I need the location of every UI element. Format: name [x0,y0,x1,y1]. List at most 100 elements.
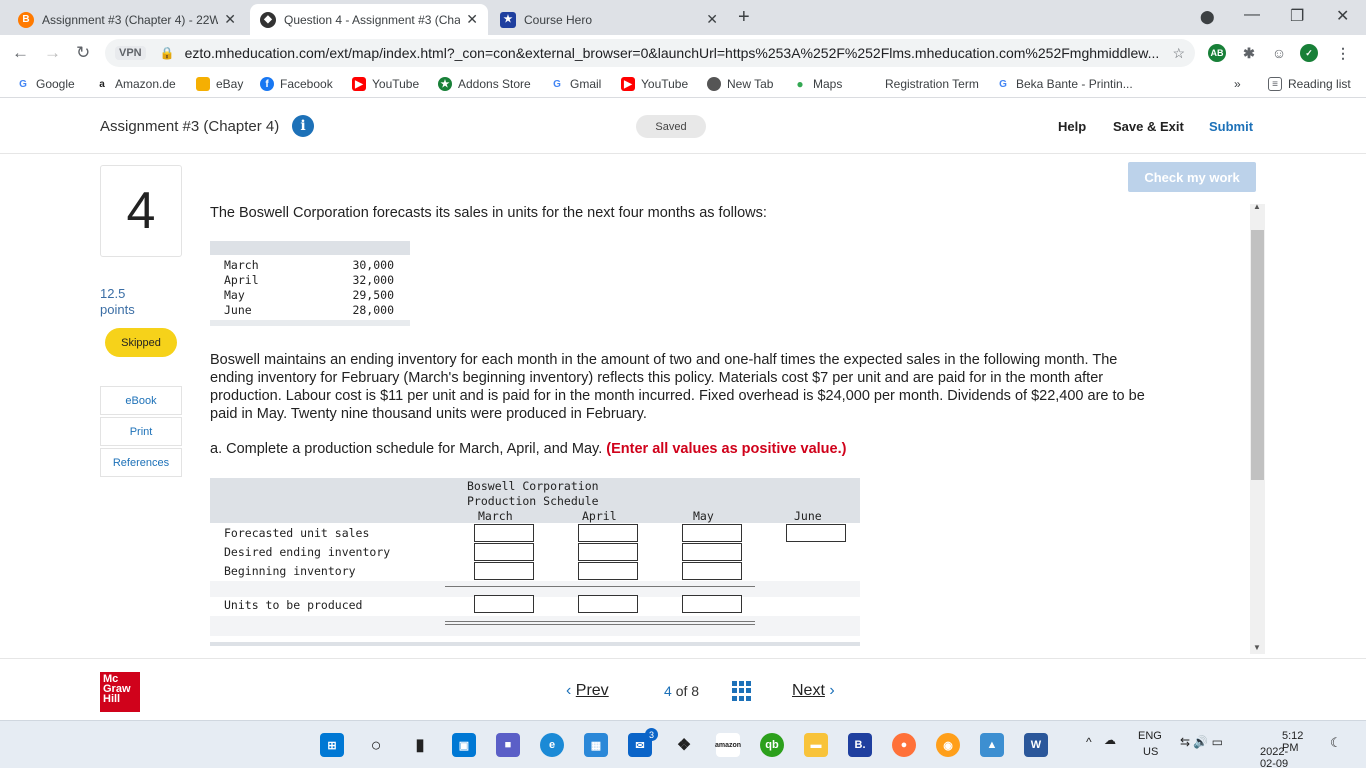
close-tab-icon[interactable]: ✕ [466,11,478,28]
address-bar-row: ← → ↻ VPN 🔒 ezto.mheducation.com/ext/map… [0,35,1366,70]
url-omnibox[interactable]: VPN 🔒 ezto.mheducation.com/ext/map/index… [105,39,1195,67]
region-label: US [1143,746,1159,758]
april-forecast-input[interactable] [578,524,638,542]
references-link[interactable]: References [100,448,182,477]
bookmark-google[interactable]: G Google [16,77,75,91]
bookmark-amazon[interactable]: a Amazon.de [95,77,175,91]
forward-icon[interactable]: → [44,43,61,63]
browser-menu-icon[interactable]: ⋮ [1334,44,1352,62]
language-label[interactable]: ENG [1138,730,1162,742]
may-ending-input[interactable] [682,543,742,561]
close-window-icon[interactable]: ✕ [1336,6,1349,26]
april-beginning-input[interactable] [578,562,638,580]
column-header-june: June [794,509,822,523]
shield-check-icon[interactable]: ✓ [1300,44,1318,62]
june-forecast-input[interactable] [786,524,846,542]
info-icon[interactable]: i [292,115,314,137]
table-row: March 30,000 [224,258,394,272]
quickbooks-icon[interactable]: qb [760,733,784,757]
scrollbar-thumb[interactable] [1251,230,1264,480]
onedrive-icon[interactable]: ☁ [1104,733,1116,747]
bookmark-new-tab[interactable]: New Tab [707,77,773,91]
google-icon: G [999,78,1007,90]
may-produced-input[interactable] [682,595,742,613]
next-button[interactable]: Next › [792,682,835,700]
lock-icon[interactable]: 🔒 [160,46,175,60]
photos-icon[interactable]: ▲ [980,733,1004,757]
help-button[interactable]: Help [1058,119,1086,134]
extensions-puzzle-icon[interactable]: ✱ [1240,44,1258,62]
windows-taskbar: ⊞ ○ ▮ ▣ ■ e ▦ ✉ 3 ❖ amazon qb ▬ B. ● ◉ ▲… [0,720,1366,768]
bookmark-gmail[interactable]: G Gmail [550,77,601,91]
adblock-extension-icon[interactable]: AB [1208,44,1226,62]
task-view-icon[interactable]: ▮ [408,733,432,757]
march-produced-input[interactable] [474,595,534,613]
bookmark-addons-store[interactable]: ★ Addons Store [438,77,531,91]
tab-assignment[interactable]: B Assignment #3 (Chapter 4) - 22W ✕ [8,4,246,35]
save-exit-button[interactable]: Save & Exit [1113,119,1184,134]
store-icon[interactable]: ▦ [584,733,608,757]
search-icon[interactable]: ○ [364,733,388,757]
april-ending-input[interactable] [578,543,638,561]
march-beginning-input[interactable] [474,562,534,580]
tab-question[interactable]: ◆ Question 4 - Assignment #3 (Cha ✕ [250,4,488,35]
bookmark-ebay[interactable]: eBay [196,77,243,91]
tab-course-hero[interactable]: ★ Course Hero ✕ [490,4,728,35]
edge-icon[interactable]: e [540,733,564,757]
column-header-april: April [582,509,617,523]
question-intro: The Boswell Corporation forecasts its sa… [210,205,767,221]
close-tab-icon[interactable]: ✕ [224,11,236,28]
notification-icon[interactable]: ☾ [1330,735,1342,751]
check-my-work-button[interactable]: Check my work [1128,162,1256,192]
question-grid-icon[interactable] [732,681,752,701]
bookmark-youtube-2[interactable]: ▶ YouTube [621,77,688,91]
bookmark-registration-term[interactable]: Registration Term [885,77,979,91]
url-text[interactable]: ezto.mheducation.com/ext/map/index.html?… [185,45,1173,61]
word-icon[interactable]: W [1024,733,1048,757]
tab-search-icon[interactable]: ⬤ [1200,9,1215,25]
may-forecast-input[interactable] [682,524,742,542]
scroll-down-icon[interactable]: ▼ [1253,643,1261,652]
dropbox-icon[interactable]: ❖ [672,733,696,757]
bookmark-star-icon[interactable]: ☆ [1172,45,1185,62]
amazon-icon[interactable]: amazon [715,733,741,757]
restore-icon[interactable]: ❐ [1290,6,1304,26]
march-ending-input[interactable] [474,543,534,561]
bookmark-facebook[interactable]: f Facebook [260,77,333,91]
back-icon[interactable]: ← [12,43,29,63]
widgets-icon[interactable]: ▣ [452,733,476,757]
profile-icon[interactable]: ☺ [1270,44,1288,62]
submit-button[interactable]: Submit [1209,119,1253,134]
show-hidden-icons[interactable]: ^ [1086,735,1092,749]
chrome-like-icon[interactable]: ◉ [936,733,960,757]
bookmark-beka-bante[interactable]: G Beka Bante - Printin... [996,77,1133,91]
question-number: 4 [100,165,182,257]
reload-icon[interactable]: ↻ [76,43,90,63]
mcgraw-hill-logo: Mc Graw Hill [100,672,140,712]
reading-list-button[interactable]: ≡ Reading list [1268,77,1351,91]
chevron-right-icon: › [829,682,835,699]
b-app-icon[interactable]: B. [848,733,872,757]
new-tab-button[interactable]: + [738,6,750,29]
clock-date[interactable]: 2022-02-09 [1260,746,1288,768]
april-produced-input[interactable] [578,595,638,613]
scroll-up-icon[interactable]: ▲ [1253,202,1261,211]
windows-start-icon[interactable]: ⊞ [320,733,344,757]
more-bookmarks-button[interactable]: » [1234,77,1241,91]
print-link[interactable]: Print [100,417,182,446]
bookmark-maps[interactable]: ● Maps [793,77,842,91]
firefox-icon[interactable]: ● [892,733,916,757]
tab-title: Assignment #3 (Chapter 4) - 22W [42,12,219,27]
prev-button[interactable]: ‹ Prev [566,682,609,700]
minimize-icon[interactable]: — [1244,6,1260,24]
vpn-badge[interactable]: VPN [115,46,146,60]
ebook-link[interactable]: eBook [100,386,182,415]
bookmark-youtube[interactable]: ▶ YouTube [352,77,419,91]
march-forecast-input[interactable] [474,524,534,542]
teams-chat-icon[interactable]: ■ [496,733,520,757]
browser-tab-bar: B Assignment #3 (Chapter 4) - 22W ✕ ◆ Qu… [0,0,1366,35]
may-beginning-input[interactable] [682,562,742,580]
network-volume-battery-icons[interactable]: ⇆ 🔊 ▭ [1180,735,1223,749]
close-tab-icon[interactable]: ✕ [706,11,718,28]
file-explorer-icon[interactable]: ▬ [804,733,828,757]
